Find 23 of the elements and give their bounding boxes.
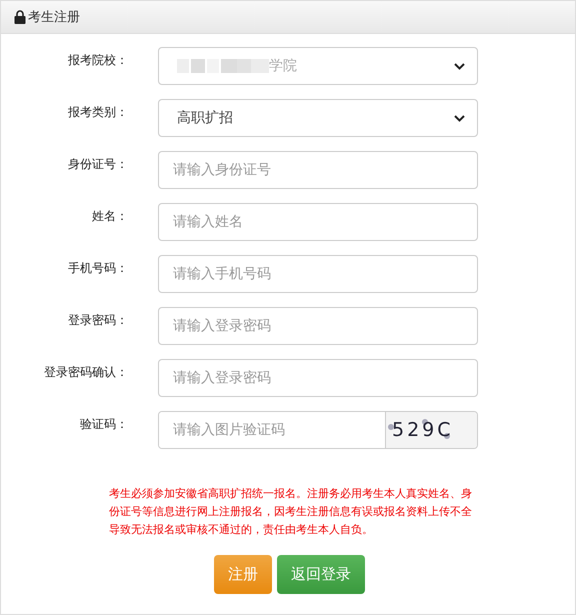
field-label: 登录密码： xyxy=(67,312,129,328)
select-value: 学院 xyxy=(269,57,298,75)
input-field[interactable]: 请输入登录密码 xyxy=(158,307,478,345)
field-label: 报考院校： xyxy=(67,52,129,68)
lock-icon xyxy=(14,10,26,24)
select-value: 高职扩招 xyxy=(177,109,234,127)
captcha-field[interactable]: 请输入图片验证码 529C xyxy=(158,411,478,449)
input-field[interactable]: 请输入姓名 xyxy=(158,203,478,241)
field-label: 姓名： xyxy=(91,208,129,224)
chevron-down-icon xyxy=(454,114,465,122)
panel-title: 考生注册 xyxy=(28,9,80,26)
input-field[interactable]: 请输入身份证号 xyxy=(158,151,478,189)
chevron-down-icon xyxy=(454,62,465,70)
captcha-image[interactable]: 529C xyxy=(385,412,477,448)
select-field[interactable]: 高职扩招 xyxy=(158,99,478,137)
field-label: 登录密码确认： xyxy=(43,364,129,380)
field-label: 手机号码： xyxy=(67,260,129,276)
field-label: 身份证号： xyxy=(67,156,129,172)
notice-text: 考生必须参加安徽省高职扩招统一报名。注册务必用考生本人真实姓名、身份证号等信息进行网上注册报名，因考生注册信息有误或报名资料上传不全导致无法报名或审核不通过的，责任由考生本人自负。 xyxy=(109,486,473,538)
field-label: 验证码： xyxy=(79,416,129,432)
field-label: 报考类别： xyxy=(67,104,129,120)
input-field[interactable]: 请输入登录密码 xyxy=(158,359,478,397)
input-field[interactable]: 请输入手机号码 xyxy=(158,255,478,293)
